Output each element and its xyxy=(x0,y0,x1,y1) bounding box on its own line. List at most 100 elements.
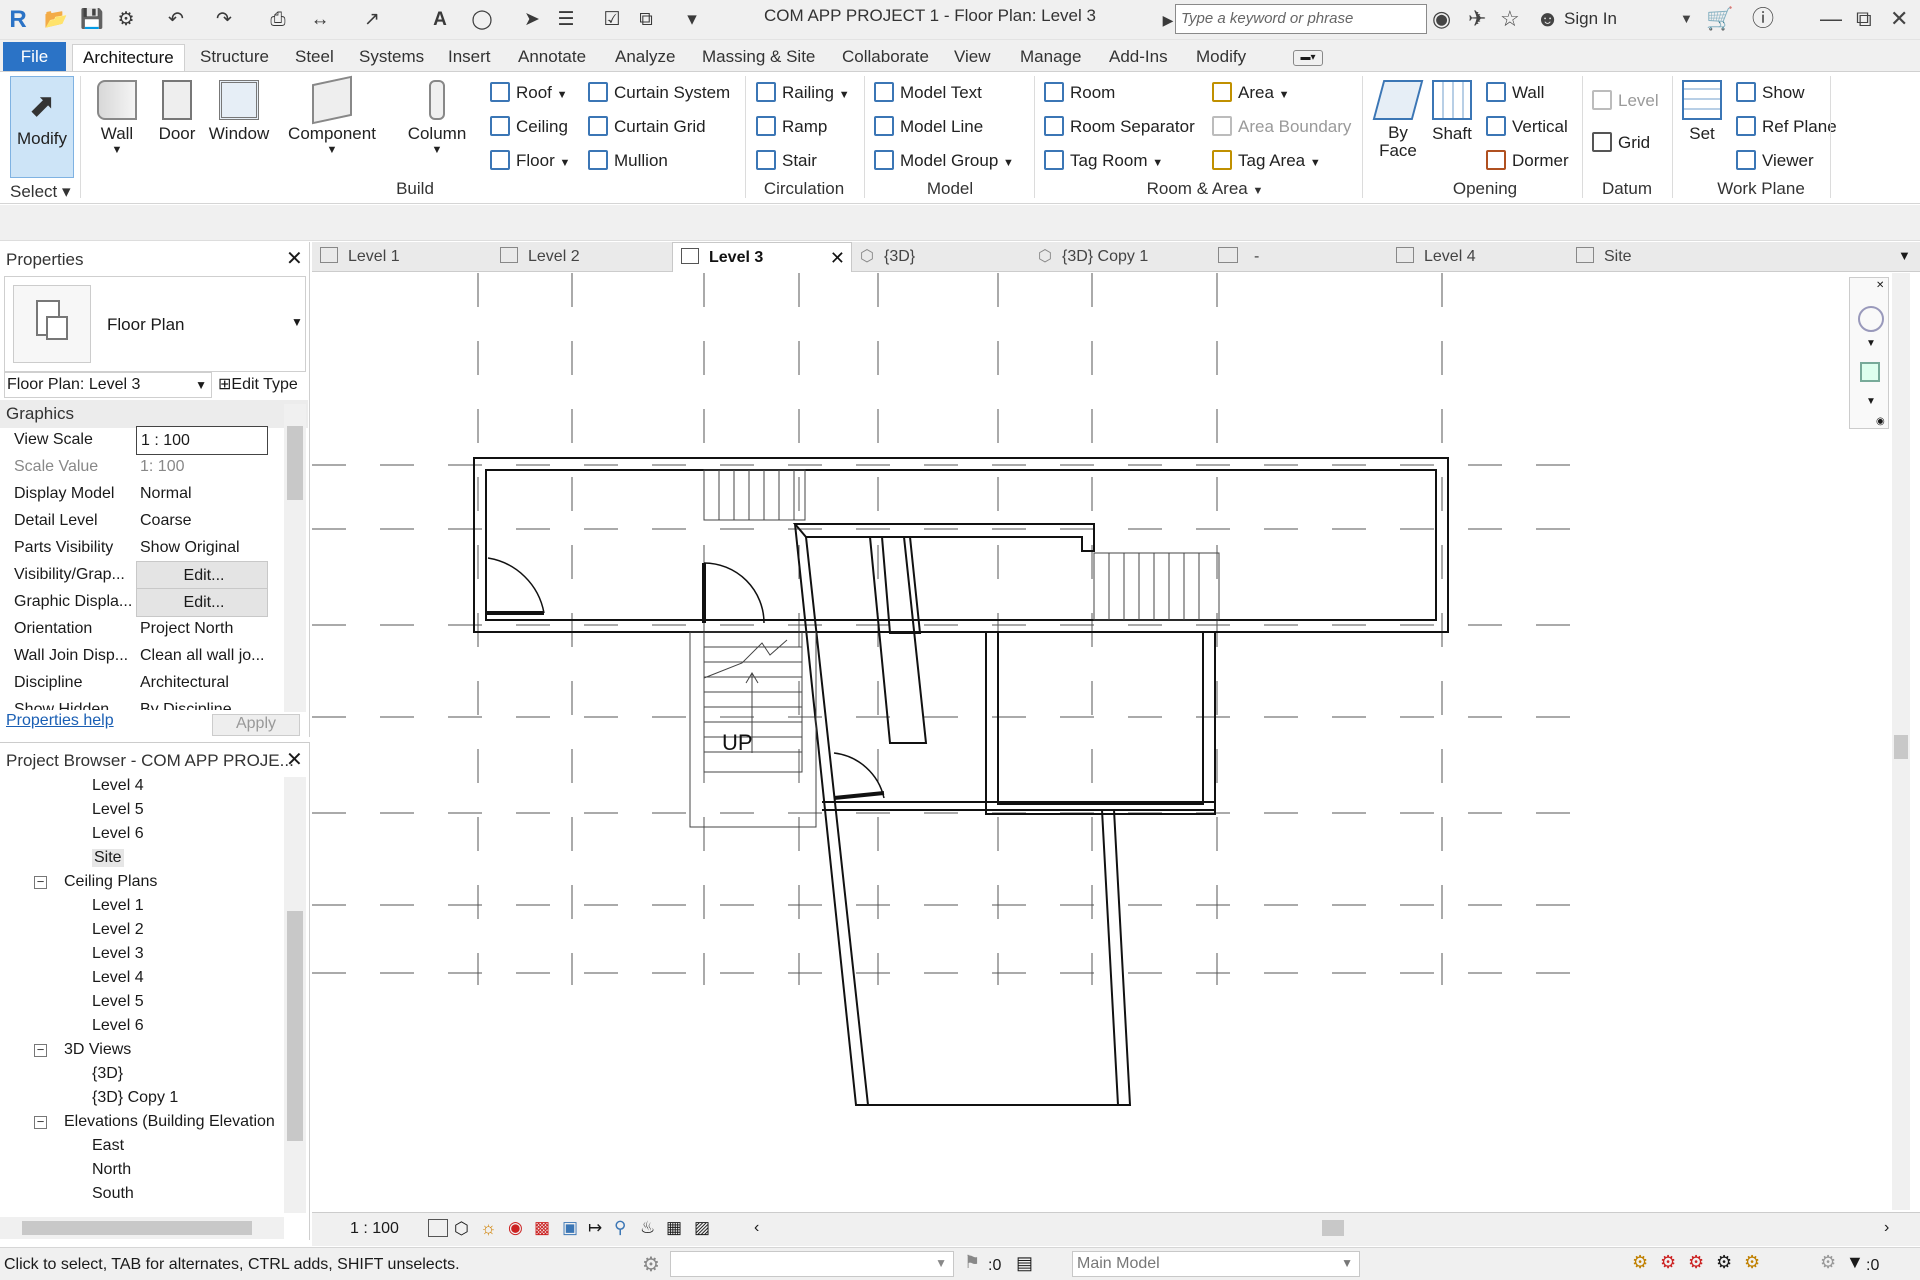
select-pinned-icon[interactable]: ⚙ xyxy=(1688,1252,1704,1273)
tab-systems[interactable]: Systems xyxy=(349,44,434,72)
zoom-icon[interactable] xyxy=(1860,362,1880,382)
tab-list-dropdown-icon[interactable]: ▼ xyxy=(1898,248,1911,263)
print-icon[interactable]: ⎙ xyxy=(266,8,290,32)
prop-detail-level[interactable]: Detail Level Coarse xyxy=(4,507,282,534)
scroll-right-icon[interactable]: › xyxy=(1884,1219,1889,1237)
prop-show-hidden[interactable]: Show Hidden ... By Discipline xyxy=(4,696,282,710)
select-by-face-icon[interactable]: ⚙ xyxy=(1716,1252,1732,1273)
customize-qat-icon[interactable]: ▾ xyxy=(680,8,704,32)
view-tab-level-4[interactable]: Level 4 xyxy=(1396,242,1566,272)
canvas-hscrollbar[interactable] xyxy=(772,1217,1880,1239)
floor-button[interactable]: Floor ▼ xyxy=(490,148,570,174)
sync-icon[interactable]: ⚙ xyxy=(114,8,138,32)
prop-wall-join[interactable]: Wall Join Disp... Clean all wall jo... xyxy=(4,642,282,669)
detail-level-icon[interactable] xyxy=(428,1219,448,1237)
ramp-button[interactable]: Ramp xyxy=(756,114,827,140)
browser-node[interactable]: Site xyxy=(92,849,124,867)
dropdown-icon[interactable]: ▼ xyxy=(1680,6,1693,32)
view-tab-level-3[interactable]: Level 3 ✕ xyxy=(672,242,852,272)
type-selector[interactable]: Floor Plan ▼ xyxy=(4,276,306,372)
view-tab-level-2[interactable]: Level 2 xyxy=(500,242,670,272)
open-icon[interactable]: 📂 xyxy=(44,8,68,32)
revit-logo-icon[interactable]: R xyxy=(6,8,30,32)
ribbon-minimize-toggle[interactable]: ▬▾ xyxy=(1293,50,1323,66)
3d-view-icon[interactable]: ◯ xyxy=(470,8,494,32)
browser-node[interactable]: {3D} Copy 1 xyxy=(92,1089,178,1107)
properties-scrollbar[interactable] xyxy=(284,404,306,712)
tab-annotate[interactable]: Annotate xyxy=(508,44,596,72)
section-icon[interactable]: ➤ xyxy=(520,8,544,32)
browser-node[interactable]: Level 2 xyxy=(92,921,144,939)
set-work-plane-button[interactable]: Set xyxy=(1680,72,1724,144)
prop-discipline[interactable]: Discipline Architectural xyxy=(4,669,282,696)
view-scale[interactable]: 1 : 100 xyxy=(350,1220,399,1238)
apply-button[interactable]: Apply xyxy=(212,714,300,736)
viewer-button[interactable]: Viewer xyxy=(1736,148,1814,174)
vertical-opening-button[interactable]: Vertical xyxy=(1486,114,1568,140)
prop-visibility-graphics[interactable]: Visibility/Grap... Edit... xyxy=(4,561,282,590)
prop-orientation[interactable]: Orientation Project North xyxy=(4,615,282,642)
thin-lines-icon[interactable]: ☰ xyxy=(554,8,578,32)
column-button[interactable]: Column ▼ xyxy=(404,72,470,156)
minimize-icon[interactable]: — xyxy=(1820,6,1842,32)
switch-windows-icon[interactable]: ⧉ xyxy=(634,8,658,32)
tab-steel[interactable]: Steel xyxy=(285,44,344,72)
model-group-button[interactable]: Model Group ▼ xyxy=(874,148,1014,174)
tab-massing-site[interactable]: Massing & Site xyxy=(692,44,825,72)
by-face-button[interactable]: By Face xyxy=(1372,72,1424,160)
mullion-button[interactable]: Mullion xyxy=(588,148,668,174)
component-button[interactable]: Component ▼ xyxy=(286,72,378,156)
save-icon[interactable]: 💾 xyxy=(80,8,104,32)
render-icon[interactable]: ▩ xyxy=(534,1218,550,1238)
instance-filter[interactable]: Floor Plan: Level 3 ▼ xyxy=(4,372,212,398)
browser-node[interactable]: East xyxy=(92,1137,124,1155)
curtain-grid-button[interactable]: Curtain Grid xyxy=(588,114,706,140)
chevron-down-icon[interactable]: ▼ xyxy=(291,315,303,329)
browser-scrollbar[interactable] xyxy=(284,777,306,1213)
reveal-hidden-icon[interactable]: ▦ xyxy=(666,1218,682,1238)
view-tab-level-1[interactable]: Level 1 xyxy=(320,242,490,272)
select-underlay-icon[interactable]: ⚙ xyxy=(1660,1252,1676,1273)
browser-node[interactable]: Level 3 xyxy=(92,945,144,963)
browser-node[interactable]: Level 5 xyxy=(92,801,144,819)
tab-collaborate[interactable]: Collaborate xyxy=(832,44,939,72)
area-boundary-button[interactable]: Area Boundary xyxy=(1212,114,1351,140)
panel-label-room-area[interactable]: Room & Area ▼ xyxy=(1140,179,1270,199)
curtain-system-button[interactable]: Curtain System xyxy=(588,80,730,106)
restore-icon[interactable]: ⧉ xyxy=(1856,6,1872,32)
roof-button[interactable]: Roof ▼ xyxy=(490,80,568,106)
unlock-icon[interactable]: ⚲ xyxy=(614,1218,626,1238)
view-tab-3d-copy-1[interactable]: ⬡ {3D} Copy 1 xyxy=(1038,242,1208,272)
help-icon[interactable]: ⓘ xyxy=(1752,6,1774,32)
aligned-dimension-icon[interactable]: ↗ xyxy=(360,8,384,32)
user-icon[interactable]: ☻ xyxy=(1536,6,1559,32)
ref-plane-button[interactable]: Ref Plane xyxy=(1736,114,1837,140)
tab-modify[interactable]: Modify xyxy=(1186,44,1256,72)
undo-icon[interactable]: ↶ xyxy=(164,8,188,32)
design-option-dropdown[interactable]: Main Model ▼ xyxy=(1072,1251,1360,1277)
browser-node[interactable]: {3D} xyxy=(92,1065,123,1083)
edit-button[interactable]: Edit... xyxy=(136,588,268,617)
browser-node[interactable]: Level 4 xyxy=(92,777,144,795)
canvas-vscrollbar[interactable] xyxy=(1892,273,1910,1210)
options-icon[interactable]: ◉ xyxy=(1876,416,1885,427)
close-hidden-icon[interactable]: ☑ xyxy=(600,8,624,32)
temp-hide-icon[interactable]: ♨ xyxy=(640,1218,655,1238)
level-button[interactable]: Level xyxy=(1592,88,1659,114)
edit-button[interactable]: Edit... xyxy=(136,561,268,590)
crop-view-icon[interactable]: ▣ xyxy=(562,1218,578,1238)
shadows-icon[interactable]: ◉ xyxy=(508,1218,523,1238)
sun-path-icon[interactable]: ☼ xyxy=(480,1218,497,1239)
door-button[interactable]: Door xyxy=(152,72,202,144)
tab-add-ins[interactable]: Add-Ins xyxy=(1099,44,1178,72)
tab-view[interactable]: View xyxy=(944,44,1001,72)
editable-only-icon[interactable]: ⚑ xyxy=(964,1252,980,1273)
show-work-plane-button[interactable]: Show xyxy=(1736,80,1805,106)
grid-button[interactable]: Grid xyxy=(1592,130,1650,156)
browser-node-group[interactable]: − 3D Views xyxy=(34,1041,131,1059)
drag-elements-icon[interactable]: ⚙ xyxy=(1744,1252,1760,1273)
model-line-button[interactable]: Model Line xyxy=(874,114,983,140)
view-tab-site[interactable]: Site xyxy=(1576,242,1746,272)
tab-manage[interactable]: Manage xyxy=(1010,44,1091,72)
collapse-toggle[interactable]: − xyxy=(34,1043,47,1057)
